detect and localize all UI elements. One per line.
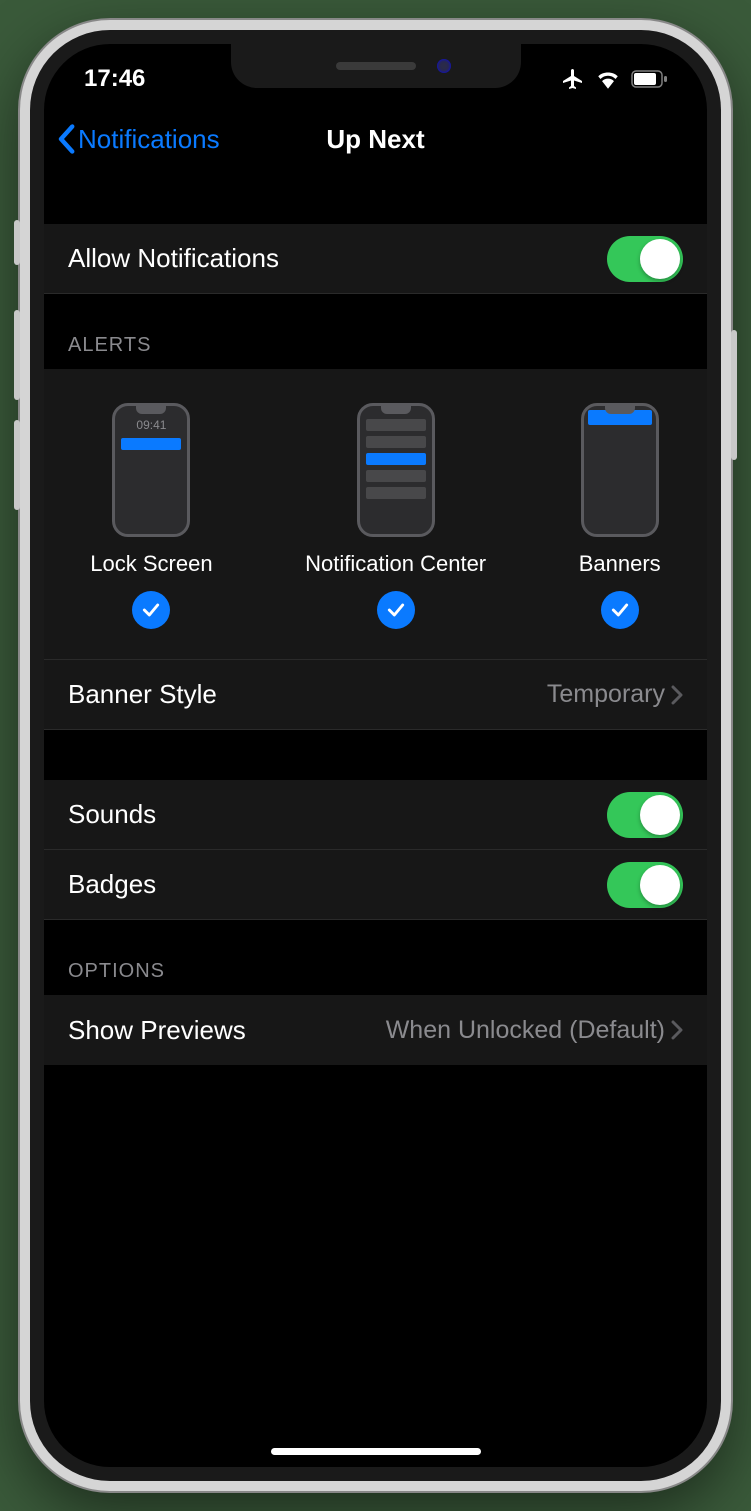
options-section-header: OPTIONS	[44, 920, 707, 995]
banners-preview-icon	[581, 403, 659, 537]
sounds-toggle[interactable]	[607, 792, 683, 838]
status-time: 17:46	[84, 65, 145, 93]
badges-toggle[interactable]	[607, 862, 683, 908]
home-indicator[interactable]	[271, 1448, 481, 1455]
device-bezel: 17:46	[30, 30, 721, 1481]
toggle-knob	[640, 795, 680, 835]
wifi-icon	[595, 69, 621, 89]
speaker-grille	[336, 62, 416, 70]
nav-bar: Notifications Up Next	[44, 104, 707, 174]
allow-notifications-toggle[interactable]	[607, 236, 683, 282]
banner-style-row[interactable]: Banner Style Temporary	[44, 660, 707, 730]
alerts-section-header: ALERTS	[44, 294, 707, 369]
show-previews-row[interactable]: Show Previews When Unlocked (Default)	[44, 995, 707, 1065]
allow-notifications-label: Allow Notifications	[68, 243, 279, 274]
badges-label: Badges	[68, 869, 156, 900]
lock-screen-preview-icon: 09:41	[112, 403, 190, 537]
banner-style-label: Banner Style	[68, 679, 217, 710]
notch	[231, 44, 521, 88]
screen: 17:46	[44, 44, 707, 1467]
device-frame: 17:46	[20, 20, 731, 1491]
front-camera	[437, 59, 451, 73]
chevron-right-icon	[671, 685, 683, 705]
alert-banners-check[interactable]	[601, 591, 639, 629]
alert-banners-label: Banners	[579, 551, 661, 577]
chevron-right-icon	[671, 1020, 683, 1040]
chevron-left-icon	[56, 124, 76, 154]
alert-option-banners[interactable]: Banners	[579, 403, 661, 629]
alert-notification-center-check[interactable]	[377, 591, 415, 629]
sounds-label: Sounds	[68, 799, 156, 830]
battery-icon	[631, 70, 667, 88]
show-previews-label: Show Previews	[68, 1015, 246, 1046]
toggle-knob	[640, 239, 680, 279]
notification-center-preview-icon	[357, 403, 435, 537]
alert-option-lock-screen[interactable]: 09:41 Lock Screen	[90, 403, 212, 629]
side-button-silent	[14, 220, 20, 265]
banner-style-value: Temporary	[547, 680, 665, 709]
allow-notifications-row[interactable]: Allow Notifications	[44, 224, 707, 294]
back-button-label: Notifications	[78, 124, 220, 155]
alerts-panel: 09:41 Lock Screen	[44, 369, 707, 660]
alert-lock-screen-check[interactable]	[132, 591, 170, 629]
show-previews-value: When Unlocked (Default)	[386, 1016, 665, 1045]
sounds-row[interactable]: Sounds	[44, 780, 707, 850]
alert-notification-center-label: Notification Center	[305, 551, 486, 577]
side-button-power	[731, 330, 737, 460]
alert-option-notification-center[interactable]: Notification Center	[305, 403, 486, 629]
toggle-knob	[640, 865, 680, 905]
airplane-mode-icon	[561, 67, 585, 91]
badges-row[interactable]: Badges	[44, 850, 707, 920]
side-button-volume-down	[14, 420, 20, 510]
lock-screen-demo-time: 09:41	[115, 418, 187, 432]
settings-content[interactable]: Allow Notifications ALERTS 09:41	[44, 174, 707, 1427]
alert-lock-screen-label: Lock Screen	[90, 551, 212, 577]
back-button[interactable]: Notifications	[56, 124, 220, 155]
side-button-volume-up	[14, 310, 20, 400]
